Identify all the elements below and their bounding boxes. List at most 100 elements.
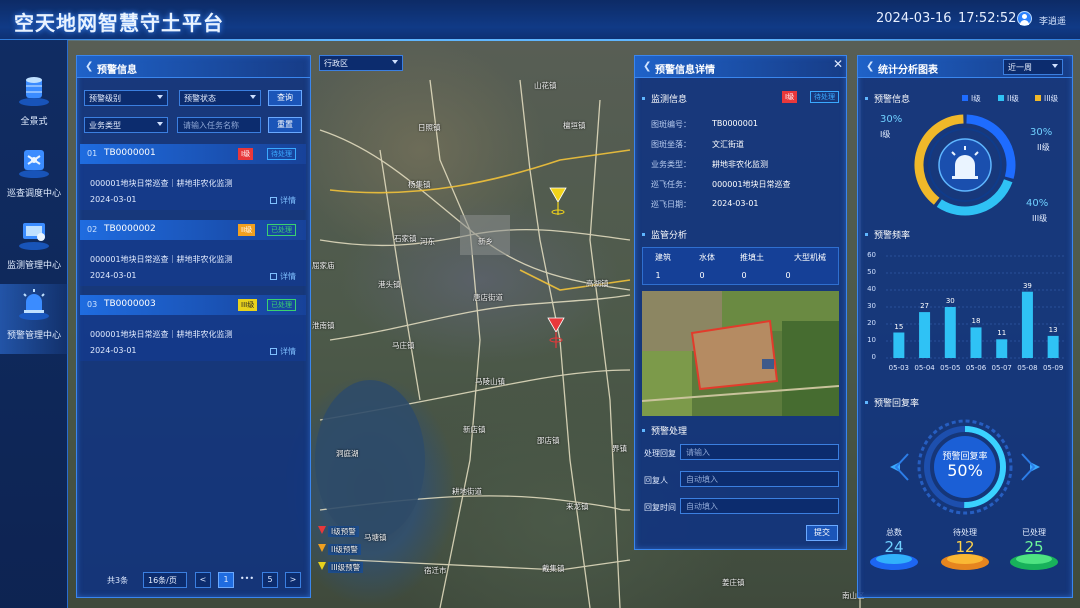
legend-label: III级 [1044,94,1059,103]
warning-marker-red[interactable] [547,317,565,348]
card-number: 01 [87,149,98,158]
chevron-down-icon [392,60,398,64]
table-cell: 1 [655,271,661,280]
alert-card[interactable]: 03 TB0000003 III级 已处理 000001地块日常巡查｜耕地非农化… [80,295,306,361]
reply-time-input[interactable]: 自动填入 [680,498,839,514]
card-date: 2024-03-01 [90,195,137,204]
nav-item-patrol-dispatch[interactable]: 巡查调度中心 [0,142,68,212]
legend-item: III级 [1035,93,1058,104]
district-select-value: 行政区 [324,59,348,68]
table-header: 推填土 [740,253,764,262]
panel-header: ❮ 预警信息详情 ✕ [635,56,846,78]
reply-person-input[interactable]: 自动填入 [680,471,839,487]
query-button[interactable]: 查询 [268,90,302,106]
card-header: 03 TB0000003 III级 已处理 [80,295,306,315]
header-date: 2024-03-16 [876,11,952,26]
page-ellipsis: ••• [239,574,255,583]
x-tick-label: 05-04 [914,364,935,372]
card-description: 000001地块日常巡查｜耕地非农化监测 [90,255,233,264]
nav-label: 预警管理中心 [6,331,61,341]
done-value: 25 [1024,538,1044,556]
close-icon[interactable]: ✕ [833,57,843,71]
alert-card[interactable]: 02 TB0000002 II级 已处理 000001地块日常巡查｜耕地非农化监… [80,220,306,286]
y-tick-label: 20 [867,319,876,327]
page-button-last[interactable]: 5 [262,572,278,588]
select-label: 预警状态 [184,94,216,103]
district-select[interactable]: 行政区 [319,55,403,71]
period-select[interactable]: 近一周 [1003,59,1063,75]
monitor-icon [19,223,49,250]
table-header: 大型机械 [794,253,826,262]
y-tick-label: 0 [871,353,876,361]
sidebar-nav: 全景式 巡查调度中心 监测管理中心 预警管理中心 [0,40,68,608]
red-flag-icon [318,526,326,534]
prev-page-button[interactable]: < [195,572,211,588]
username[interactable]: 李逍遥 [1039,14,1066,27]
bar [1047,335,1059,358]
bar [893,332,905,358]
app-header: 空天地网智慧守土平台 2024-03-16 17:52:52 李逍遥 [0,0,1080,41]
card-date: 2024-03-01 [90,346,137,355]
orange-flag-icon [318,544,326,552]
detail-link[interactable]: 详情 [270,346,296,357]
page-size-select[interactable]: 16条/页 [143,572,187,588]
nav-item-alert-center[interactable]: 预警管理中心 [0,284,68,354]
donut-level: II级 [1037,143,1050,152]
panel-title: 统计分析图表 [878,65,938,76]
card-header: 01 TB0000001 I级 待处理 [80,144,306,164]
legend-item: I级 [962,93,981,104]
bar-value-label: 15 [894,322,904,331]
alert-level-donut [914,114,1016,216]
warning-marker-yellow[interactable] [549,187,567,215]
reset-button[interactable]: 重置 [268,117,302,133]
field-label: 巡飞日期： [651,200,691,209]
aerial-photo[interactable] [642,291,839,416]
chevron-down-icon [157,95,163,99]
chevron-left-icon: ❮ [85,61,94,72]
nav-item-overview[interactable]: 全景式 [0,70,68,140]
detail-icon [270,348,277,355]
alarm-light-icon [19,289,49,320]
period-label: 近一周 [1008,63,1032,72]
page-size-label: 16条/页 [148,576,177,585]
business-type-select[interactable]: 业务类型 [84,117,168,133]
x-tick-label: 05-07 [991,364,1012,372]
donut-pct: 40% [1026,198,1049,209]
user-avatar-icon[interactable] [1017,11,1032,26]
card-number: 02 [87,225,98,234]
detail-link[interactable]: 详情 [270,195,296,206]
y-tick-label: 10 [867,336,876,344]
drone-icon [19,150,49,178]
nav-item-monitor-center[interactable]: 监测管理中心 [0,214,68,284]
alert-status-select[interactable]: 预警状态 [179,90,261,106]
bar-value-label: 27 [920,302,930,311]
field-label: 图斑坐落： [651,140,691,149]
section-title-info: 预警信息 [865,92,910,105]
table-header: 建筑 [655,253,671,262]
nav-label: 监测管理中心 [6,261,61,271]
level-badge: I级 [238,148,254,160]
status-badge: 已处理 [267,224,296,236]
table-header: 水体 [699,253,715,262]
select-label: 预警级别 [89,94,121,103]
reply-input[interactable]: 请输入 [680,444,839,460]
select-label: 业务类型 [89,121,121,130]
alert-level-select[interactable]: 预警级别 [84,90,168,106]
page-button-current[interactable]: 1 [218,572,234,588]
field-label: 巡飞任务： [651,180,691,189]
task-search-input[interactable]: 请输入任务名称 [177,117,261,133]
next-page-button[interactable]: > [285,572,301,588]
submit-button[interactable]: 提交 [806,525,838,541]
detail-link[interactable]: 详情 [270,271,296,282]
legend-label: I级 [971,94,981,103]
bar [996,339,1008,358]
bar-value-label: 30 [945,297,955,305]
pending-value: 12 [955,538,975,556]
detail-link-label: 详情 [280,347,296,356]
table-cell: 0 [699,271,705,280]
alert-card[interactable]: 01 TB0000001 I级 待处理 000001地块日常巡查｜耕地非农化监测… [80,144,306,210]
legend-label: II级 [1007,94,1019,103]
reply-rate-value: 50% [947,461,983,480]
x-tick-label: 05-09 [1042,364,1064,372]
detail-icon [270,197,277,204]
